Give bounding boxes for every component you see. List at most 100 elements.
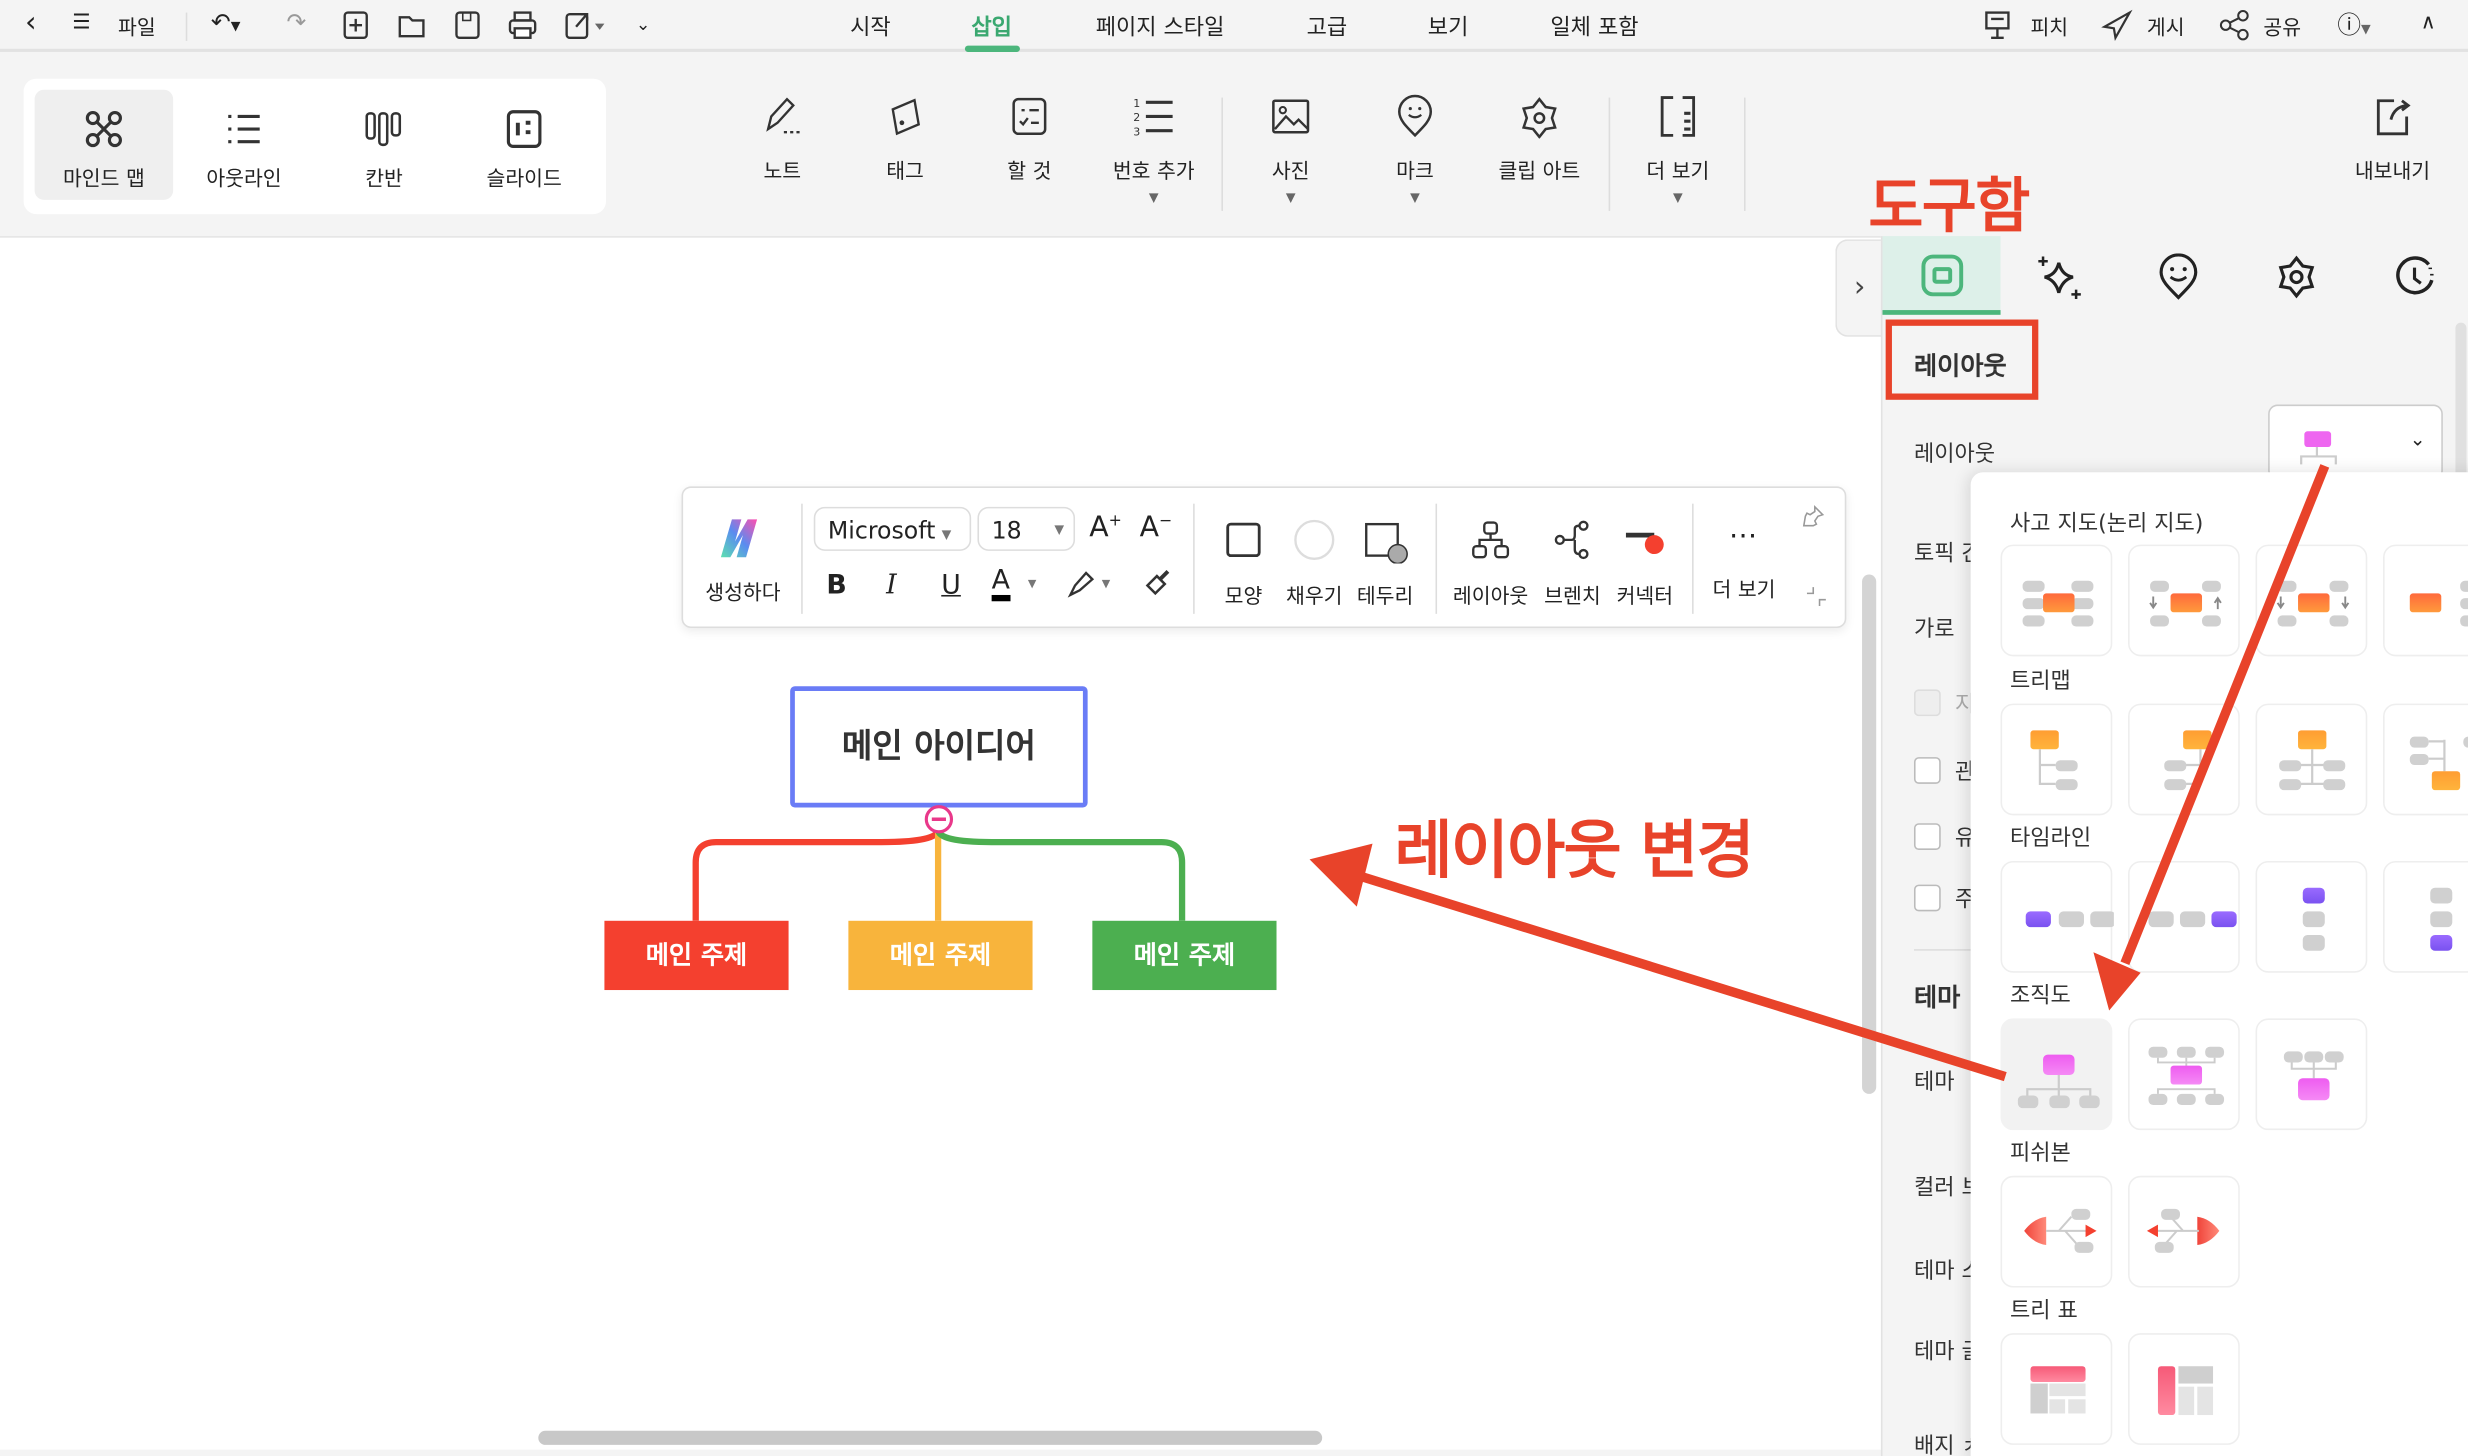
mindmap-right-icon: [2409, 580, 2468, 627]
treemap-left-icon: [2164, 730, 2212, 791]
layout-option-timeline-right[interactable]: [2000, 860, 2114, 973]
font-color-button[interactable]: A: [991, 567, 1010, 602]
main-topic-orange[interactable]: 메인 주제: [848, 920, 1033, 991]
section-mindmap: 사고 지도(논리 지도): [2009, 511, 2204, 537]
fill-button[interactable]: 채우기: [1283, 519, 1346, 609]
layout-option-mindmap-balanced[interactable]: [2000, 544, 2113, 657]
panel-tab-style[interactable]: [1882, 236, 2001, 315]
horizontal-label: 가로: [1913, 617, 1955, 643]
connector-button[interactable]: 커넥터: [1610, 519, 1679, 609]
orgchart-up-icon: [2283, 1051, 2344, 1101]
section-tree-table: 트리 표: [2009, 1298, 2078, 1324]
layout-option-treemap-left[interactable]: [2128, 703, 2240, 816]
treemap-both-icon: [2279, 730, 2346, 791]
more-options-button[interactable]: ⋯ 더 보기: [1703, 519, 1785, 602]
sparkle-icon: [2037, 256, 2081, 300]
ellipsis-icon: ⋯: [1729, 519, 1759, 553]
annotation-change-layout: 레이아웃 변경: [1394, 815, 1755, 888]
underline-button[interactable]: U: [941, 570, 961, 601]
help-icon[interactable]: ⓘ▼: [2337, 8, 2370, 41]
mindmap-down-icon: [2276, 580, 2350, 627]
border-button[interactable]: 테두리: [1354, 519, 1417, 609]
smiley-pin-icon: [2158, 253, 2197, 300]
layout-option-treemap-up[interactable]: [2383, 703, 2468, 816]
panel-tab-ai[interactable]: [2001, 236, 2119, 315]
clock-history-icon: [2395, 256, 2433, 295]
layout-option-treemap-right[interactable]: [2000, 703, 2113, 816]
layout-option-orgchart-down[interactable]: [2000, 1018, 2113, 1131]
collapse-branch-icon[interactable]: [924, 804, 954, 834]
tree-table-top-icon: [2030, 1366, 2086, 1414]
layout-option-mindmap-down[interactable]: [2255, 544, 2368, 657]
orgchart-both-icon: [2148, 1046, 2225, 1105]
share-button[interactable]: 공유: [2263, 11, 2301, 41]
fishbone-left-icon: [2024, 1208, 2097, 1253]
central-topic[interactable]: 메인 아이디어: [790, 686, 1088, 808]
tree-table-left-icon: [2157, 1366, 2214, 1416]
layout-label: 레이아웃: [1913, 442, 1996, 468]
collapse-panel-button[interactable]: ›: [1835, 239, 1883, 337]
checkbox-3[interactable]: [1913, 823, 1941, 850]
layout-option-fishbone-left[interactable]: [2000, 1175, 2113, 1288]
floating-format-toolbar: 생성하다 Microsoft ▼ 18 ▼ A+ A− B I U A ▼ ▼ 모양…: [681, 486, 1847, 629]
main-topic-green[interactable]: 메인 주제: [1092, 920, 1277, 991]
share-icon: [2219, 9, 2249, 41]
layout-button[interactable]: 레이아웃: [1448, 519, 1533, 609]
layout-option-orgchart-both[interactable]: [2128, 1018, 2240, 1131]
timeline-down-icon: [2302, 887, 2325, 951]
layout-option-timeline-up[interactable]: [2383, 860, 2468, 973]
pin-icon[interactable]: [1802, 505, 1825, 527]
layout-option-mindmap-right[interactable]: [2383, 544, 2468, 657]
shape-square-icon: [1226, 522, 1261, 558]
fishbone-right-icon: [2146, 1208, 2220, 1253]
font-family-select[interactable]: Microsoft ▼: [813, 506, 972, 551]
layout-select[interactable]: ⌄: [2268, 404, 2443, 481]
annotation-toolbox: 도구함: [1868, 171, 2030, 241]
bold-button[interactable]: B: [826, 570, 846, 601]
checkbox-4[interactable]: [1913, 884, 1941, 912]
pitch-icon: [1985, 11, 2010, 39]
panel-tab-history[interactable]: [2355, 236, 2468, 315]
layout-option-fishbone-right[interactable]: [2128, 1175, 2240, 1288]
treemap-up-icon: [2409, 736, 2468, 791]
italic-button[interactable]: I: [886, 570, 897, 601]
format-painter-icon[interactable]: [1141, 567, 1172, 598]
section-treemap: 트리맵: [2009, 668, 2071, 695]
connector-icon: [1625, 532, 1664, 555]
chevron-down-icon: ⌄: [2409, 428, 2426, 451]
main-topic-red[interactable]: 메인 주제: [604, 920, 789, 991]
orgchart-down-icon: [2017, 1054, 2100, 1109]
section-fishbone: 피쉬본: [2009, 1141, 2071, 1167]
layout-option-orgchart-up[interactable]: [2255, 1018, 2368, 1131]
font-size-select[interactable]: 18 ▼: [977, 506, 1076, 551]
section-timeline: 타임라인: [2009, 826, 2092, 852]
layout-tree-icon: [1472, 521, 1510, 559]
collapse-ribbon-icon[interactable]: ∧: [2421, 11, 2436, 35]
checkbox-2[interactable]: [1913, 757, 1941, 784]
grow-font-button[interactable]: A+: [1089, 512, 1122, 545]
layout-option-tree-table-top[interactable]: [2000, 1333, 2113, 1445]
layout-option-tree-table-left[interactable]: [2128, 1333, 2240, 1445]
panel-tab-clipart[interactable]: [2237, 236, 2355, 315]
layout-dropdown-popup: 사고 지도(논리 지도) 트리맵 타임라인 조직도 피쉬본 트리 표: [1970, 472, 2468, 1456]
timeline-right-icon: [2025, 911, 2114, 928]
export-button[interactable]: 내보내기: [2337, 94, 2447, 184]
mindmap-clockwise-icon: [2149, 580, 2222, 627]
branch-icon: [1554, 520, 1589, 560]
layout-option-timeline-left[interactable]: [2128, 860, 2240, 973]
resize-corner-icon[interactable]: [1805, 586, 1827, 608]
highlighter-icon[interactable]: [1066, 570, 1097, 598]
panel-tab-mark[interactable]: [2119, 236, 2237, 315]
publish-button[interactable]: 게시: [2147, 11, 2185, 41]
layout-option-treemap-both[interactable]: [2255, 703, 2368, 816]
layout-option-timeline-down[interactable]: [2255, 860, 2368, 973]
publish-icon: [2101, 9, 2133, 41]
shape-button[interactable]: 모양: [1212, 519, 1275, 609]
pitch-button[interactable]: 피치: [2030, 11, 2068, 41]
layout-option-mindmap-clockwise[interactable]: [2128, 544, 2240, 657]
branch-button[interactable]: 브렌치: [1538, 519, 1607, 609]
ai-generate-button[interactable]: 생성하다: [696, 516, 790, 606]
shrink-font-button[interactable]: A−: [1140, 512, 1173, 545]
layout-square-icon: [1920, 254, 1963, 297]
export-icon: [2376, 99, 2411, 136]
